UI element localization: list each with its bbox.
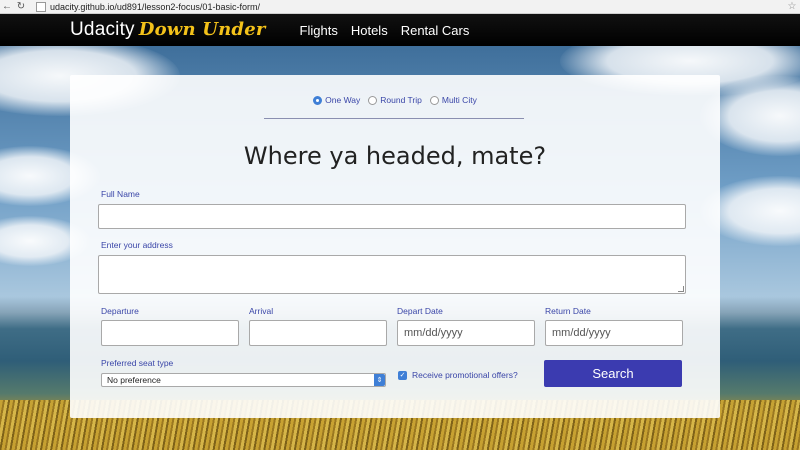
brand-accent: Down Under [138, 19, 266, 40]
trip-option-multi-city[interactable]: Multi City [429, 95, 477, 105]
radio-multi-city[interactable] [429, 95, 439, 105]
depart-date-input[interactable]: mm/dd/yyyy [397, 320, 535, 346]
nav-link-rental-cars[interactable]: Rental Cars [401, 23, 470, 38]
return-date-input[interactable]: mm/dd/yyyy [545, 320, 683, 346]
address-textarea[interactable] [98, 255, 686, 294]
departure-input[interactable] [101, 320, 239, 346]
search-button[interactable]: Search [544, 360, 682, 387]
departure-label: Departure [101, 306, 139, 316]
full-name-input[interactable] [98, 204, 686, 229]
reload-icon[interactable]: ↻ [14, 0, 28, 14]
page-icon [36, 1, 46, 12]
return-date-label: Return Date [545, 306, 591, 316]
promo-label: Receive promotional offers? [412, 370, 518, 380]
chevron-updown-icon: ⇕ [374, 374, 385, 386]
trip-option-round-trip[interactable]: Round Trip [368, 95, 422, 105]
seat-type-select[interactable]: No preference ⇕ [101, 373, 386, 387]
address-label: Enter your address [101, 240, 173, 250]
form-heading: Where ya headed, mate? [243, 142, 547, 170]
main-nav: Flights Hotels Rental Cars [300, 23, 483, 38]
promo-checkbox[interactable]: ✓ [398, 370, 407, 380]
promo-checkbox-row[interactable]: ✓ Receive promotional offers? [398, 370, 518, 380]
resize-grip-icon[interactable] [678, 286, 684, 292]
back-arrow-icon[interactable]: ← [0, 0, 14, 14]
brand-name: Udacity [70, 19, 135, 40]
site-header: Udacity Down Under Flights Hotels Rental … [0, 14, 800, 46]
trip-type-group: One Way Round Trip Multi City [70, 95, 720, 105]
browser-address-bar: ← ↻ udacity.github.io/ud891/lesson2-focu… [0, 0, 800, 14]
seat-type-label: Preferred seat type [101, 358, 174, 368]
arrival-label: Arrival [249, 306, 274, 316]
radio-round-trip[interactable] [368, 95, 378, 105]
trip-option-label: Multi City [441, 95, 477, 105]
depart-date-label: Depart Date [397, 306, 443, 316]
brand-logo[interactable]: Udacity Down Under [70, 19, 266, 41]
full-name-label: Full Name [101, 189, 140, 199]
trip-option-one-way[interactable]: One Way [313, 95, 360, 105]
nav-link-flights[interactable]: Flights [300, 23, 338, 38]
booking-form: One Way Round Trip Multi City Where ya h… [70, 75, 720, 418]
nav-link-hotels[interactable]: Hotels [351, 23, 388, 38]
bookmark-star-icon[interactable]: ☆ [784, 1, 800, 12]
url-text[interactable]: udacity.github.io/ud891/lesson2-focus/01… [50, 2, 784, 12]
divider [264, 118, 524, 119]
trip-option-label: One Way [325, 95, 361, 105]
trip-option-label: Round Trip [380, 95, 422, 105]
seat-type-value: No preference [107, 375, 161, 385]
arrival-input[interactable] [249, 320, 387, 346]
radio-one-way[interactable] [313, 95, 323, 105]
